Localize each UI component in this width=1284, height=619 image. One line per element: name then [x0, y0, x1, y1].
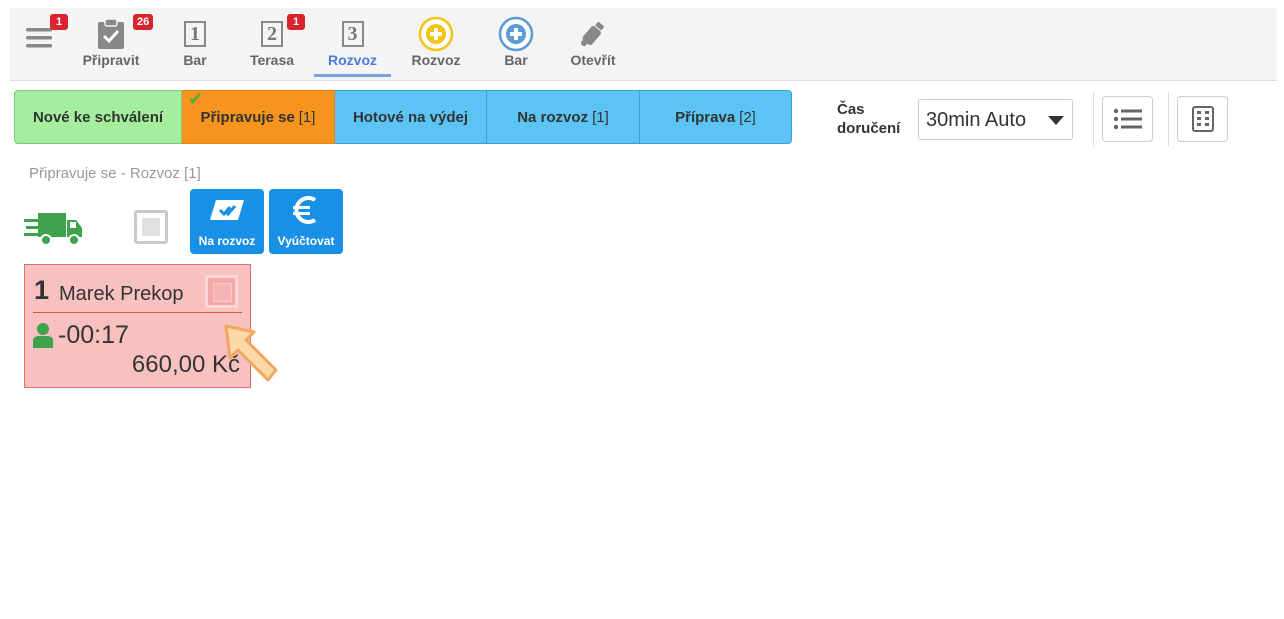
na-rozvoz-button[interactable]: Na rozvoz [190, 189, 264, 254]
tab-priprava[interactable]: Příprava [2] [640, 90, 792, 144]
clipboard-check-icon [93, 16, 129, 52]
tab-label: Příprava [675, 108, 736, 126]
toolbar-otevrit[interactable]: Otevřít [562, 8, 624, 81]
delivery-truck-icon [24, 213, 82, 246]
plus-circle-blue-icon [498, 16, 534, 52]
toolbar-label: Terasa [249, 52, 295, 68]
toolbar-label: Bar [183, 52, 207, 68]
select-all-checkbox[interactable] [134, 210, 168, 244]
delivery-time-label: Čas doručení [837, 101, 901, 137]
toolbar-pripravit[interactable]: 26 Připravit [76, 8, 154, 81]
section-title: Připravuje se - Rozvoz [1] [29, 165, 201, 182]
customer-name: Marek Prekop [59, 283, 184, 305]
tab-count: [1] [298, 108, 316, 126]
menu-badge: 1 [50, 14, 68, 30]
plus-circle-yellow-icon [418, 16, 454, 52]
tab-label: Na rozvoz [517, 108, 589, 126]
euro-icon [269, 189, 343, 231]
pointer-arrow-icon [224, 324, 278, 382]
table-number-icon: 2 [254, 16, 290, 52]
status-tabs: Nové ke schválení ✔ Připravuje se [1] Ho… [14, 89, 792, 144]
toolbar-terasa[interactable]: 2 1 Terasa [242, 8, 305, 81]
terasa-badge: 1 [287, 14, 305, 30]
list-view-button[interactable] [1102, 96, 1153, 142]
tab-label: Nové ke schválení [32, 108, 164, 126]
order-number: 1 [34, 275, 50, 305]
divider [33, 312, 242, 313]
toolbar-add-rozvoz[interactable]: Rozvoz [406, 8, 466, 81]
menu-button[interactable]: 1 [14, 8, 68, 81]
order-checkbox[interactable] [205, 275, 238, 308]
tab-na-rozvoz[interactable]: Na rozvoz [1] [487, 90, 640, 144]
top-toolbar: 1 26 Připravit 1 Bar 2 1 Terasa 3 Rozvoz… [10, 8, 1277, 81]
delivery-time-select[interactable]: 30min Auto [918, 99, 1073, 140]
caret-down-icon [1048, 116, 1064, 125]
pripravit-badge: 26 [133, 14, 154, 30]
toolbar-label: Připravit [82, 52, 140, 68]
toolbar-label: Rozvoz [411, 52, 461, 68]
checkmark-icon: ✔ [188, 89, 204, 109]
active-underline [314, 74, 391, 77]
tab-nove-ke-schvaleni[interactable]: Nové ke schválení [14, 90, 182, 144]
tab-count: [2] [739, 108, 756, 126]
tab-hotove-na-vydej[interactable]: Hotové na výdej [335, 90, 487, 144]
toolbar-label: Otevřít [570, 52, 616, 68]
tab-label: Hotové na výdej [352, 108, 469, 126]
tab-pripravuje-se[interactable]: ✔ Připravuje se [1] [182, 89, 335, 144]
vyuctovat-button[interactable]: Vyúčtovat [269, 189, 343, 254]
building-icon [1191, 106, 1214, 132]
divider [1168, 92, 1169, 146]
bottle-icon [575, 16, 611, 52]
toolbar-add-bar[interactable]: Bar [488, 8, 544, 81]
toolbar-rozvoz-3[interactable]: 3 Rozvoz [314, 8, 391, 81]
table-number-icon: 3 [335, 16, 371, 52]
button-label: Na rozvoz [198, 234, 256, 248]
divider [1093, 92, 1094, 146]
ticket-check-icon [190, 189, 264, 231]
toolbar-bar-1[interactable]: 1 Bar [168, 8, 222, 81]
toolbar-label: Rozvoz [328, 52, 377, 68]
tab-label: Připravuje se [200, 108, 295, 126]
list-icon [1113, 108, 1142, 130]
table-number-icon: 1 [177, 16, 213, 52]
tab-count: [1] [592, 108, 609, 126]
button-label: Vyúčtovat [277, 234, 335, 248]
order-time: -00:17 [58, 321, 129, 349]
toolbar-label: Bar [504, 52, 528, 68]
order-card[interactable]: 1 Marek Prekop -00:17 660,00 Kč [24, 264, 251, 388]
delivery-time-value: 30min Auto [926, 109, 1027, 131]
grid-view-button[interactable] [1177, 96, 1228, 142]
user-icon [33, 323, 53, 348]
